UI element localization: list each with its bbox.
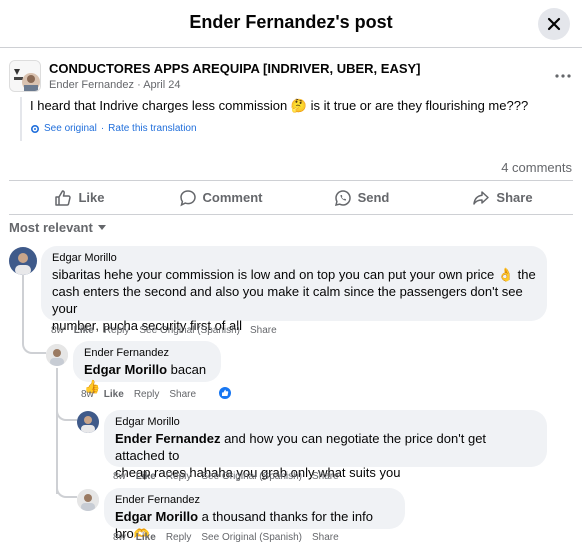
comment-author[interactable]: Edgar Morillo	[52, 252, 537, 264]
mention-link[interactable]: Ender Fernandez	[115, 431, 220, 446]
comment-author[interactable]: Ender Fernandez	[115, 494, 395, 506]
comment-actions: 8w Like Reply Share	[81, 389, 196, 400]
comment-actions: 8w Like Reply See Original (Spanish) Sha…	[51, 325, 277, 336]
comment-line: sibaritas hehe your commission is low an…	[52, 267, 536, 282]
comment-label: Comment	[202, 190, 263, 205]
like-label: Like	[78, 190, 105, 205]
like-button[interactable]: Like	[9, 181, 150, 214]
post-date[interactable]: April 24	[143, 79, 180, 91]
avatar[interactable]	[77, 411, 99, 433]
comment-share-button[interactable]: Share	[169, 389, 196, 400]
post-meta: Ender Fernandez · April 24	[49, 79, 180, 91]
comment-count[interactable]: 4 comments	[501, 160, 572, 175]
meta-separator: ·	[137, 79, 141, 91]
caret-down-icon	[97, 224, 106, 230]
comment-like-button[interactable]: Like	[136, 471, 156, 482]
send-label: Send	[357, 190, 390, 205]
post-body: I heard that Indrive charges less commis…	[20, 97, 560, 141]
thread-line	[56, 368, 58, 494]
post-author-link[interactable]: Ender Fernandez	[49, 79, 134, 91]
avatar[interactable]	[77, 489, 99, 511]
see-original-link[interactable]: See Original (Spanish)	[201, 471, 302, 482]
send-button[interactable]: Send	[291, 181, 432, 214]
thumbs-up-icon	[222, 389, 229, 396]
comment-actions: 8w Like Reply See Original (Spanish) Sha…	[113, 471, 339, 482]
more-options-button[interactable]	[553, 68, 573, 84]
share-arrow-icon	[473, 190, 490, 205]
thread-line	[22, 274, 24, 334]
see-original-link[interactable]: See original	[44, 123, 97, 134]
comment-reply-button[interactable]: Reply	[134, 389, 160, 400]
comment-like-button[interactable]: Like	[74, 325, 94, 336]
comment-sort-dropdown[interactable]: Most relevant	[9, 220, 107, 235]
close-button[interactable]	[538, 8, 570, 40]
comment-share-button[interactable]: Share	[312, 532, 339, 543]
dialog-header: Ender Fernandez's post	[0, 0, 582, 48]
group-name-link[interactable]: CONDUCTORES APPS AREQUIPA [INDRIVER, UBE…	[49, 61, 421, 76]
comment-reply-button[interactable]: Reply	[166, 532, 192, 543]
comment-line: Ender Fernandez and how you can negotiat…	[115, 430, 537, 464]
comment-reply-button[interactable]: Reply	[104, 325, 130, 336]
group-avatar[interactable]	[9, 60, 41, 92]
like-reaction-badge[interactable]	[218, 386, 232, 400]
whatsapp-icon	[334, 189, 351, 206]
post-text: I heard that Indrive charges less commis…	[30, 97, 560, 115]
comment-time[interactable]: 8w	[81, 389, 94, 400]
comment-like-button[interactable]: Like	[104, 389, 124, 400]
post-text-part2: is it true or are they flourishing me???	[310, 98, 529, 113]
thread-connector	[56, 482, 77, 498]
mention-link[interactable]: Edgar Morillo	[115, 509, 198, 524]
comment-time[interactable]: 8w	[113, 532, 126, 543]
translation-row: See original · Rate this translation	[30, 123, 560, 134]
post-text-part1: I heard that Indrive charges less commis…	[30, 98, 288, 113]
comment-share-button[interactable]: Share	[312, 471, 339, 482]
comment-like-button[interactable]: Like	[136, 532, 156, 543]
user-avatar-icon	[46, 344, 68, 366]
user-avatar-icon	[77, 489, 99, 511]
translation-separator: ·	[100, 123, 105, 134]
thumbs-up-icon	[55, 189, 72, 206]
comment-actions: 8w Like Reply See Original (Spanish) Sha…	[113, 532, 339, 543]
comment-author[interactable]: Edgar Morillo	[115, 416, 537, 428]
see-original-link[interactable]: See Original (Spanish)	[201, 532, 302, 543]
comment-button[interactable]: Comment	[150, 181, 291, 214]
comment-bubble: Edgar Morillo sibaritas hehe your commis…	[41, 246, 547, 333]
gear-icon	[30, 124, 40, 133]
comment-reply-button[interactable]: Reply	[166, 471, 192, 482]
comment-time[interactable]: 8w	[113, 471, 126, 482]
comment-bubble: Edgar Morillo Ender Fernandez and how yo…	[104, 410, 547, 480]
group-logo-icon	[10, 61, 40, 91]
comment-author[interactable]: Ender Fernandez	[84, 347, 211, 359]
dialog-title: Ender Fernandez's post	[189, 12, 393, 32]
comment-text: sibaritas hehe your commission is low an…	[52, 266, 537, 334]
post-action-bar: Like Comment Send Share	[9, 180, 573, 215]
more-dots-icon	[555, 74, 571, 78]
user-avatar-icon	[77, 411, 99, 433]
post-header: CONDUCTORES APPS AREQUIPA [INDRIVER, UBE…	[9, 58, 573, 98]
close-icon	[547, 17, 561, 31]
share-label: Share	[496, 190, 533, 205]
rate-translation-link[interactable]: Rate this translation	[108, 123, 196, 134]
comment-share-button[interactable]: Share	[250, 325, 277, 336]
share-button[interactable]: Share	[432, 181, 573, 214]
comment-time[interactable]: 8w	[51, 325, 64, 336]
comment-bubble: Ender Fernandez Edgar Morillo bacan 👍	[73, 341, 221, 394]
thinking-emoji: 🤔	[290, 98, 308, 113]
mention-link[interactable]: Edgar Morillo	[84, 362, 167, 377]
user-avatar-icon	[9, 247, 37, 275]
comment-bubble: Ender Fernandez Edgar Morillo a thousand…	[104, 488, 405, 541]
see-original-link[interactable]: See Original (Spanish)	[139, 325, 240, 336]
avatar[interactable]	[46, 344, 68, 366]
comment-line: cash enters the second and also you make…	[52, 284, 523, 316]
comment-bubble-icon	[179, 189, 196, 206]
sort-label: Most relevant	[9, 220, 93, 235]
thread-connector	[22, 330, 46, 354]
thread-connector	[56, 403, 77, 421]
avatar[interactable]	[9, 247, 37, 275]
